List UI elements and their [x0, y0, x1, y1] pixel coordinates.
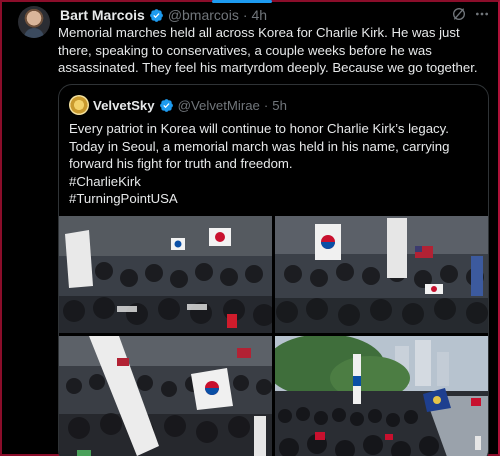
post-text: Memorial marches held all across Korea f… [58, 25, 478, 75]
author-handle[interactable]: @bmarcois [168, 7, 239, 23]
post-timestamp[interactable]: 4h [252, 7, 268, 23]
quoted-author-handle[interactable]: @VelvetMirae [178, 98, 260, 113]
quoted-post-text: Every patriot in Korea will continue to … [69, 121, 450, 206]
photo-crowd-march-1[interactable] [59, 216, 272, 333]
photo-crowd-march-2[interactable] [275, 216, 488, 333]
author-display-name[interactable]: Bart Marcois [60, 7, 145, 23]
quoted-post-timestamp[interactable]: 5h [272, 98, 287, 113]
more-options-icon[interactable] [473, 6, 491, 22]
quoted-author-avatar[interactable] [69, 95, 89, 115]
post-header: Bart Marcois @bmarcois · 4h [60, 5, 267, 25]
quoted-header-separator: · [263, 97, 269, 113]
photo-crowd-march-3[interactable] [59, 336, 272, 456]
header-separator: · [242, 7, 248, 23]
quoted-post[interactable]: VelvetSky @VelvetMirae · 5h Every patrio… [58, 84, 489, 456]
post[interactable]: Bart Marcois @bmarcois · 4h Memorial mar… [0, 0, 500, 456]
quoted-author-display-name[interactable]: VelvetSky [93, 98, 155, 113]
media-grid [59, 216, 488, 456]
verified-badge-icon[interactable] [159, 98, 174, 113]
author-avatar[interactable] [18, 6, 50, 38]
photo-crowd-march-4[interactable] [275, 336, 488, 456]
verified-badge-icon[interactable] [149, 8, 164, 23]
quoted-post-header: VelvetSky @VelvetMirae · 5h [69, 95, 287, 115]
grok-icon[interactable] [451, 6, 467, 22]
